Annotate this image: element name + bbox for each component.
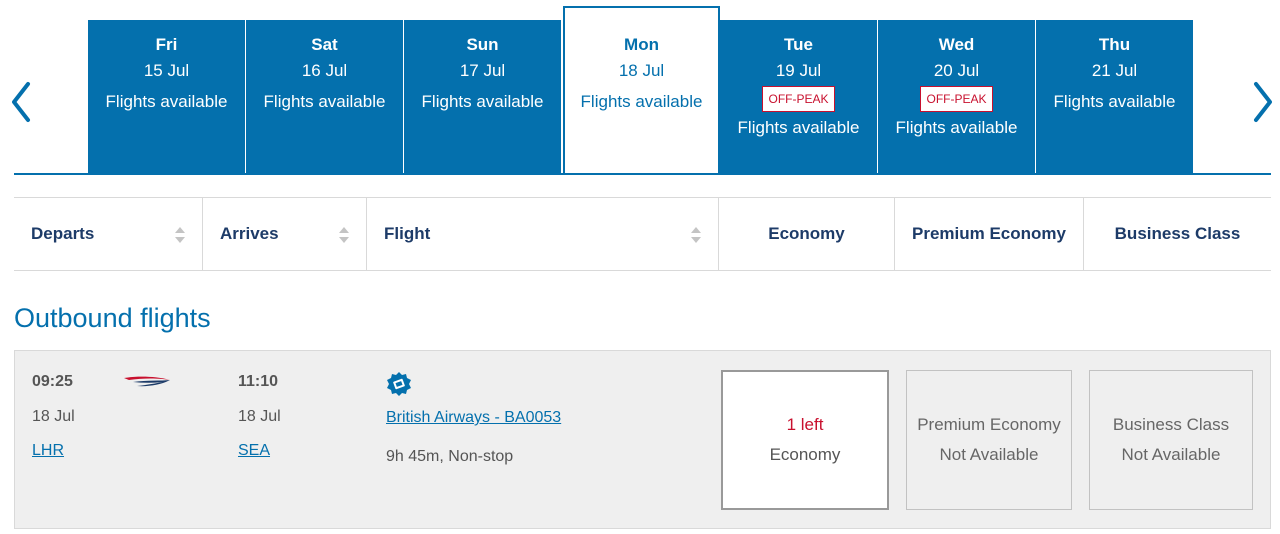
date-tab-thu[interactable]: Thu 21 Jul Flights available [1036, 20, 1193, 174]
economy-fare-button[interactable]: 1 left Economy [721, 370, 889, 510]
date-tab-wed[interactable]: Wed 20 Jul OFF-PEAK Flights available [878, 20, 1035, 174]
departure-date: 18 Jul [32, 408, 75, 425]
sort-departs-header[interactable]: Departs [14, 198, 202, 270]
date-label: 21 Jul [1091, 61, 1138, 80]
flight-duration: 9h 45m, Non-stop [386, 448, 514, 465]
flight-result-row: 09:25 18 Jul LHR 11:10 18 Jul SEA Britis… [14, 350, 1271, 529]
fare-class-label: Economy [769, 445, 841, 464]
next-dates-button[interactable] [1248, 80, 1276, 124]
flight-number-link[interactable]: British Airways - BA0053 [386, 409, 561, 427]
date-strip-divider [14, 173, 1271, 175]
date-label: 17 Jul [459, 61, 506, 80]
fare-class-label: Premium Economy [917, 415, 1061, 434]
date-day: Fri [155, 35, 178, 54]
business-class-fare: Business Class Not Available [1089, 370, 1253, 510]
arrival-date: 18 Jul [238, 408, 281, 425]
sort-arrives-header[interactable]: Arrives [202, 198, 366, 270]
sort-flight-header[interactable]: Flight [366, 198, 718, 270]
availability-text: Flights available [580, 92, 703, 111]
availability-text: Flights available [737, 118, 860, 137]
sort-icon [175, 227, 185, 243]
date-label: 19 Jul [775, 61, 822, 80]
departure-airport-link[interactable]: LHR [32, 442, 64, 460]
sort-icon [691, 227, 701, 243]
date-tab-fri[interactable]: Fri 15 Jul Flights available [88, 20, 245, 174]
premium-economy-label: Premium Economy [912, 224, 1066, 243]
business-class-label: Business Class [1114, 224, 1241, 243]
date-day: Wed [938, 35, 975, 54]
date-tab-sun[interactable]: Sun 17 Jul Flights available [404, 20, 561, 174]
arrives-label: Arrives [220, 224, 279, 243]
sort-icon [339, 227, 349, 243]
premium-economy-header: Premium Economy [894, 198, 1083, 270]
availability-text: Flights available [1053, 92, 1176, 111]
availability-text: Flights available [895, 118, 1018, 137]
date-tab-sat[interactable]: Sat 16 Jul Flights available [246, 20, 403, 174]
date-tab-tue[interactable]: Tue 19 Jul OFF-PEAK Flights available [720, 20, 877, 174]
date-day: Sun [466, 35, 499, 54]
seats-left: 1 left [786, 415, 824, 434]
date-label: 16 Jul [301, 61, 348, 80]
date-day: Tue [784, 35, 813, 54]
premium-economy-fare: Premium Economy Not Available [906, 370, 1072, 510]
departs-label: Departs [31, 224, 95, 243]
certified-badge-icon [387, 372, 411, 396]
arrival-airport-link[interactable]: SEA [238, 442, 270, 460]
date-label: 15 Jul [143, 61, 190, 80]
flight-label: Flight [384, 224, 431, 243]
arrival-time: 11:10 [238, 373, 279, 390]
availability-text: Flights available [421, 92, 544, 111]
date-day: Sat [311, 35, 338, 54]
date-label: 18 Jul [618, 61, 665, 80]
results-column-headers: Departs Arrives Flight Economy Premium E… [14, 197, 1271, 271]
business-class-header: Business Class [1083, 198, 1271, 270]
availability-text: Flights available [105, 92, 228, 111]
chevron-left-icon [12, 82, 30, 122]
outbound-flights-heading: Outbound flights [14, 303, 211, 333]
availability-text: Flights available [263, 92, 386, 111]
economy-label: Economy [768, 224, 845, 243]
fare-status: Not Available [939, 445, 1039, 464]
date-day: Mon [624, 35, 659, 54]
previous-dates-button[interactable] [8, 80, 36, 124]
british-airways-logo [124, 376, 170, 387]
off-peak-badge: OFF-PEAK [920, 86, 993, 112]
fare-class-label: Business Class [1112, 415, 1230, 434]
date-selector: Fri 15 Jul Flights available Sat 16 Jul … [88, 6, 1194, 175]
economy-header: Economy [718, 198, 894, 270]
chevron-right-icon [1254, 82, 1272, 122]
off-peak-badge: OFF-PEAK [762, 86, 835, 112]
date-tab-mon-selected[interactable]: Mon 18 Jul Flights available [563, 6, 720, 175]
departure-time: 09:25 [32, 373, 73, 390]
fare-status: Not Available [1121, 445, 1221, 464]
date-label: 20 Jul [933, 61, 980, 80]
date-day: Thu [1098, 35, 1131, 54]
